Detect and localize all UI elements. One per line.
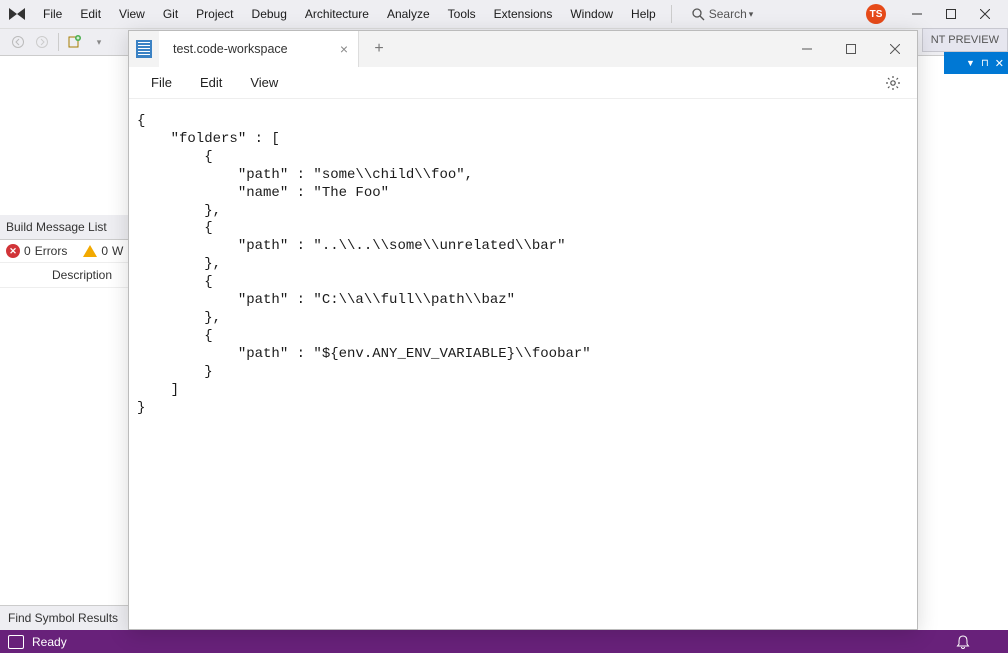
menu-tools[interactable]: Tools [439, 3, 485, 25]
errors-label: Errors [35, 244, 68, 258]
menu-extensions[interactable]: Extensions [485, 3, 562, 25]
editor-content[interactable]: { "folders" : [ { "path" : "some\\child\… [129, 99, 917, 629]
user-avatar[interactable]: TS [866, 4, 886, 24]
editor-menu-edit[interactable]: Edit [186, 71, 236, 94]
menu-window[interactable]: Window [561, 3, 622, 25]
feedback-icon[interactable] [8, 635, 24, 649]
build-errors-filter[interactable]: ✕ 0 Errors 0 W [0, 240, 130, 263]
menu-view[interactable]: View [110, 3, 154, 25]
editor-minimize-button[interactable] [785, 31, 829, 67]
maximize-button[interactable] [934, 2, 968, 26]
vs-logo-icon [6, 4, 28, 24]
close-icon[interactable]: ✕ [995, 57, 1004, 70]
warnings-label: W [112, 244, 123, 258]
warning-icon [83, 245, 97, 257]
pin-icon[interactable]: ⊓ [981, 58, 989, 69]
build-message-panel: Build Message List ✕ 0 Errors 0 W Descri… [0, 215, 130, 288]
editor-tab-title: test.code-workspace [173, 42, 288, 56]
nav-back-icon[interactable] [7, 31, 29, 53]
close-tab-icon[interactable]: × [316, 41, 348, 57]
menu-analyze[interactable]: Analyze [378, 3, 439, 25]
find-symbol-results[interactable]: Find Symbol Results [0, 605, 130, 630]
editor-close-button[interactable] [873, 31, 917, 67]
search-icon [692, 8, 705, 21]
separator [58, 33, 59, 51]
editor-maximize-button[interactable] [829, 31, 873, 67]
error-icon: ✕ [6, 244, 20, 258]
settings-gear-icon[interactable] [877, 71, 909, 95]
editor-menu-view[interactable]: View [236, 71, 292, 94]
side-panel-tab[interactable]: ▼ ⊓ ✕ [944, 52, 1008, 74]
menu-project[interactable]: Project [187, 3, 242, 25]
editor-titlebar: test.code-workspace × + [129, 31, 917, 67]
separator [671, 5, 672, 23]
notifications-icon[interactable] [956, 635, 970, 649]
status-text: Ready [32, 635, 67, 649]
editor-menubar: File Edit View [129, 67, 917, 99]
new-tab-button[interactable]: + [359, 31, 399, 67]
new-item-icon[interactable] [64, 31, 86, 53]
editor-tab[interactable]: test.code-workspace × [159, 31, 359, 67]
search-box[interactable]: Search ▾ [692, 7, 754, 21]
text-editor-window: test.code-workspace × + File Edit View {… [128, 30, 918, 630]
errors-count: 0 [24, 244, 31, 258]
minimize-button[interactable] [900, 2, 934, 26]
menu-file[interactable]: File [34, 3, 71, 25]
nav-forward-icon[interactable] [31, 31, 53, 53]
menu-git[interactable]: Git [154, 3, 187, 25]
menu-debug[interactable]: Debug [243, 3, 296, 25]
warnings-count: 0 [101, 244, 108, 258]
description-column-header[interactable]: Description [0, 263, 130, 288]
vs-statusbar: Ready [0, 630, 1008, 653]
close-button[interactable] [968, 2, 1002, 26]
chevron-down-icon: ▾ [749, 9, 754, 20]
build-panel-title: Build Message List [0, 215, 130, 240]
editor-app-icon [129, 31, 159, 67]
search-label: Search [709, 7, 747, 21]
editor-menu-file[interactable]: File [137, 71, 186, 94]
preview-button[interactable]: NT PREVIEW [922, 28, 1008, 52]
chevron-down-icon: ▼ [966, 58, 975, 68]
vs-menubar: File Edit View Git Project Debug Archite… [0, 0, 1008, 28]
menu-architecture[interactable]: Architecture [296, 3, 378, 25]
dropdown-icon[interactable]: ▾ [88, 31, 110, 53]
menu-edit[interactable]: Edit [71, 3, 110, 25]
menu-help[interactable]: Help [622, 3, 665, 25]
